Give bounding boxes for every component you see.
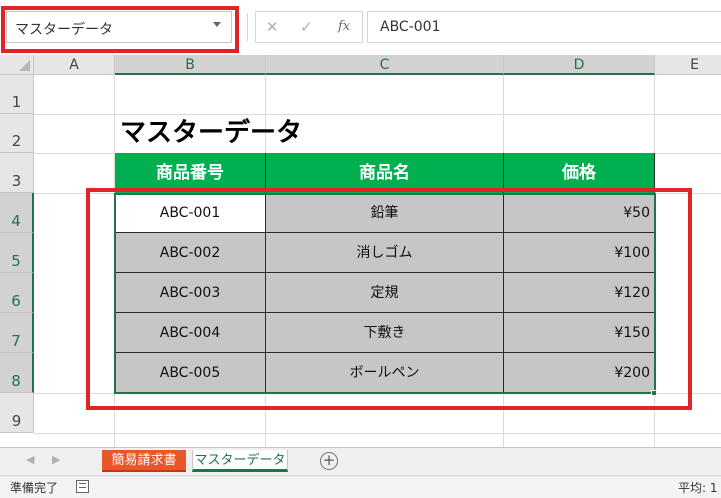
row-header-9[interactable]: 9 [0, 393, 34, 433]
header-product-name[interactable]: 商品名 [266, 153, 504, 193]
formula-input[interactable]: ABC-001 [367, 11, 721, 43]
tab-invoice[interactable]: 簡易請求書 [102, 450, 186, 472]
column-header-d[interactable]: D [504, 55, 655, 75]
cancel-icon[interactable]: ✕ [266, 18, 279, 36]
sheet-title: マスターデータ [120, 118, 303, 148]
column-header-b[interactable]: B [115, 55, 266, 75]
cell-name[interactable]: 定規 [266, 273, 504, 313]
gridline [34, 433, 721, 434]
cell-price[interactable]: ¥200 [504, 353, 655, 393]
tab-scroll-right-icon[interactable]: ▶ [52, 453, 60, 466]
name-box-highlight [1, 6, 239, 53]
tab-master-data[interactable]: マスターデータ [192, 450, 288, 472]
cell-name[interactable]: 下敷き [266, 313, 504, 353]
macro-record-icon[interactable] [76, 480, 89, 493]
fill-handle[interactable] [651, 390, 657, 396]
sheet-tab-bar: ◀ ▶ 簡易請求書 マスターデータ + [0, 447, 721, 475]
row-header-5[interactable]: 5 [0, 233, 34, 273]
row-header-4[interactable]: 4 [0, 193, 34, 233]
gridline [34, 393, 721, 394]
cell-price[interactable]: ¥50 [504, 193, 655, 233]
header-product-code[interactable]: 商品番号 [115, 153, 266, 193]
row-header-8[interactable]: 8 [0, 353, 34, 393]
formula-bar: マスターデータ ✕ ✓ fx ABC-001 [0, 0, 721, 55]
row-header-2[interactable]: 2 [0, 114, 34, 153]
tab-scroll-left-icon[interactable]: ◀ [26, 453, 34, 466]
worksheet-grid: A B C D E 1 2 3 4 5 6 7 8 9 マスターデータ 商品番号… [0, 55, 721, 447]
column-header-e[interactable]: E [655, 55, 721, 75]
cell-name[interactable]: 消しゴム [266, 233, 504, 273]
cell-code[interactable]: ABC-004 [115, 313, 266, 353]
cell-code[interactable]: ABC-001 [115, 193, 266, 233]
cell-price[interactable]: ¥100 [504, 233, 655, 273]
select-all-corner[interactable] [0, 55, 34, 75]
cell-name[interactable]: 鉛筆 [266, 193, 504, 233]
cell-code[interactable]: ABC-003 [115, 273, 266, 313]
cell-code[interactable]: ABC-005 [115, 353, 266, 393]
add-sheet-icon[interactable]: + [320, 452, 338, 470]
formula-value: ABC-001 [380, 19, 441, 35]
row-header-3[interactable]: 3 [0, 153, 34, 193]
cell-price[interactable]: ¥120 [504, 273, 655, 313]
status-average: 平均: 1 [678, 481, 718, 495]
enter-check-icon[interactable]: ✓ [300, 18, 313, 36]
formula-bar-divider [247, 13, 248, 41]
row-header-7[interactable]: 7 [0, 313, 34, 353]
row-header-1[interactable]: 1 [0, 75, 34, 114]
formula-buttons: ✕ ✓ fx [255, 11, 363, 43]
cell-name[interactable]: ボールペン [266, 353, 504, 393]
row-header-6[interactable]: 6 [0, 273, 34, 313]
cell-price[interactable]: ¥150 [504, 313, 655, 353]
status-ready: 準備完了 [10, 481, 59, 495]
header-price[interactable]: 価格 [504, 153, 655, 193]
status-bar: 準備完了 平均: 1 [0, 475, 721, 498]
column-header-c[interactable]: C [266, 55, 504, 75]
insert-function-icon[interactable]: fx [338, 19, 350, 34]
column-header-a[interactable]: A [34, 55, 115, 75]
cell-code[interactable]: ABC-002 [115, 233, 266, 273]
